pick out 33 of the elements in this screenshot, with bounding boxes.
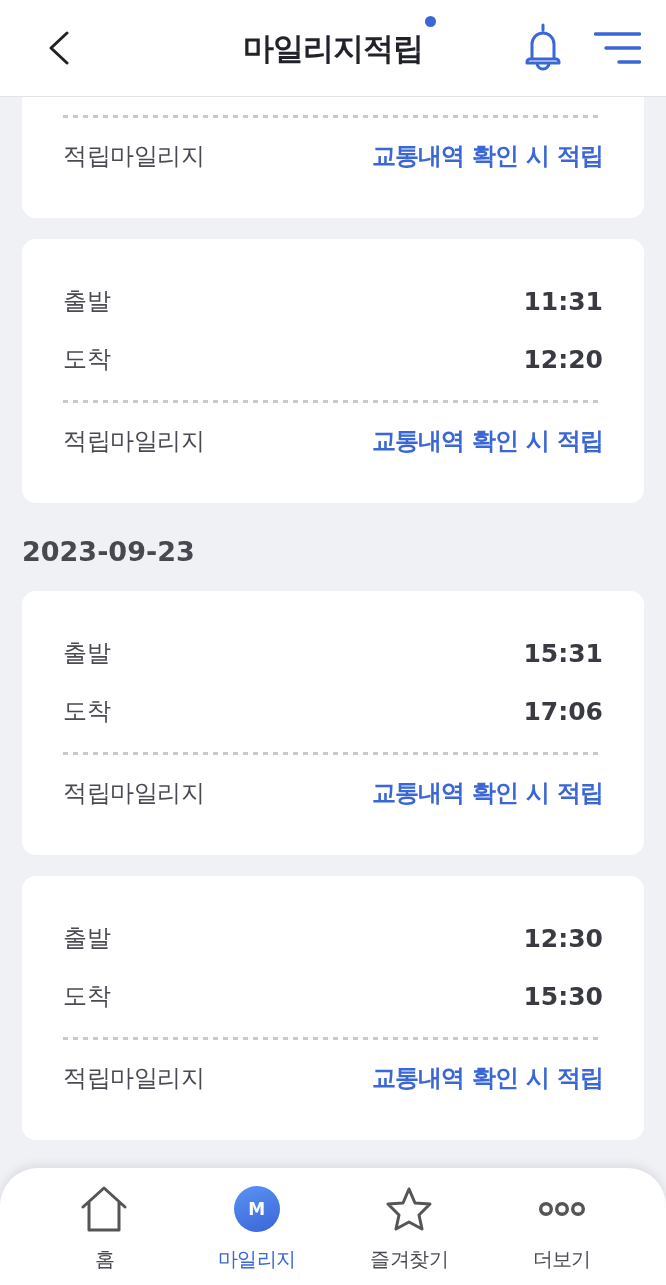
mileage-label: 적립마일리지 — [63, 426, 204, 457]
time-value: 15:31 — [523, 638, 603, 668]
mileage-status: 교통내역 확인 시 적립 — [371, 426, 603, 457]
mileage-status: 교통내역 확인 시 적립 — [371, 141, 603, 172]
time-label: 도착 — [63, 344, 110, 375]
mileage-badge-icon: M — [233, 1186, 280, 1232]
mileage-status: 교통내역 확인 시 적립 — [371, 1063, 603, 1094]
nav-tab[interactable]: 더보기 — [485, 1168, 638, 1285]
date-heading: 2023-09-23 — [22, 535, 196, 569]
mileage-label: 적립마일리지 — [63, 1063, 204, 1094]
mileage-status: 교통내역 확인 시 적립 — [371, 778, 603, 809]
time-label: 출발 — [63, 286, 110, 317]
nav-tab[interactable]: M 마일리지 — [180, 1168, 333, 1285]
page-title: 마일리지적립 — [243, 29, 423, 68]
time-value: 17:06 — [523, 696, 603, 726]
time-value: 11:31 — [523, 286, 603, 316]
notification-bell-icon[interactable] — [524, 23, 562, 73]
time-label: 출발 — [63, 638, 110, 669]
home-icon — [81, 1186, 128, 1232]
time-label: 도착 — [63, 981, 110, 1012]
time-value: 12:30 — [523, 923, 603, 953]
nav-tab[interactable]: 즐겨찾기 — [333, 1168, 486, 1285]
menu-icon[interactable] — [594, 32, 641, 64]
time-value: 15:30 — [523, 981, 603, 1011]
back-icon[interactable] — [48, 31, 70, 65]
nav-tab[interactable]: 홈 — [28, 1168, 181, 1285]
time-label: 출발 — [63, 923, 110, 954]
more-dots-icon — [538, 1201, 585, 1217]
mileage-label: 적립마일리지 — [63, 141, 204, 172]
star-icon — [386, 1186, 433, 1232]
mileage-label: 적립마일리지 — [63, 778, 204, 809]
time-label: 도착 — [63, 696, 110, 727]
time-value: 12:20 — [523, 344, 603, 374]
